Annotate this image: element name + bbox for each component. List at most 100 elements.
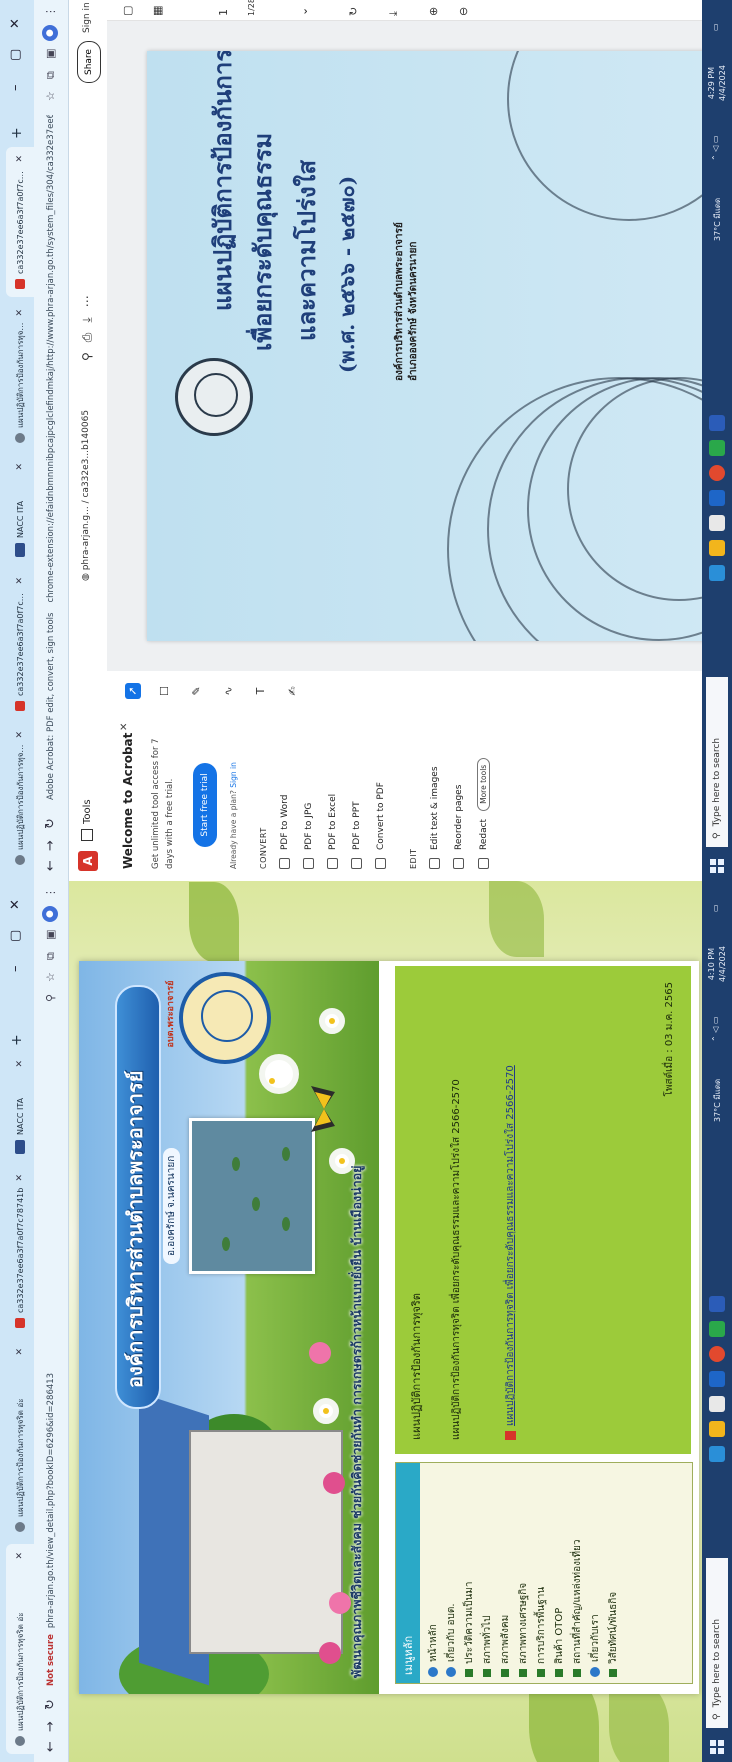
reload-icon[interactable]: ↻	[43, 1699, 58, 1710]
grid-view-icon[interactable]: ▦	[151, 6, 164, 16]
profile-avatar[interactable]: ●	[42, 25, 58, 41]
forward-icon[interactable]: →	[43, 1721, 58, 1732]
save-icon[interactable]: ⤓	[387, 11, 401, 16]
tab-pdf[interactable]: ca332e37ee6a3f7a0f7c78741b ✕	[6, 1166, 34, 1336]
edge-icon[interactable]	[709, 565, 725, 581]
tab-website-2[interactable]: แผนปฏิบัติการป้องกันการทุจริต ✕	[6, 301, 34, 451]
tool-edit-text[interactable]: Edit text & images	[429, 766, 440, 869]
window-close-icon[interactable]: ✕	[8, 18, 23, 29]
menu-item[interactable]: สภาพทั่วไป	[478, 1469, 496, 1677]
menu-item[interactable]: การบริการพื้นฐาน	[532, 1469, 550, 1677]
tool-convert-to-pdf[interactable]: Convert to PDF	[375, 782, 386, 869]
zoom-in-icon[interactable]: ⊕	[427, 7, 440, 16]
pdf-download-link[interactable]: แผนปฏิบัติการป้องกันการทุจริต เพื่อยกระด…	[503, 1065, 518, 1440]
menu-item[interactable]: เกี่ยวกับเรา	[586, 1469, 604, 1677]
taskbar-clock[interactable]: 4:29 PM 4/4/2024	[706, 65, 728, 101]
tray-icons[interactable]: ⌃ ◁ ▭	[711, 136, 720, 162]
taskbar-search[interactable]: ⚲ Type here to search	[706, 677, 728, 847]
download-icon[interactable]: ⤓	[80, 307, 94, 322]
menu-item[interactable]: สภาพสังคม	[496, 1469, 514, 1677]
menu-item[interactable]: สถานที่สำคัญ/แหล่งท่องเที่ยว	[568, 1469, 586, 1677]
minimize-icon[interactable]: –	[8, 85, 23, 92]
close-icon[interactable]: ✕	[15, 577, 25, 585]
window-close-icon[interactable]: ✕	[8, 899, 23, 910]
back-icon[interactable]: ←	[43, 1741, 58, 1752]
highlight-icon[interactable]: ✎	[189, 683, 205, 699]
tab-website[interactable]: แผนปฏิบัติการป้องกันการทุจริต อ่ะ ✕	[6, 1544, 34, 1754]
line-icon[interactable]	[709, 440, 725, 456]
taskbar-clock[interactable]: 4:10 PM 4/4/2024	[706, 946, 728, 982]
close-icon[interactable]: ✕	[15, 1060, 25, 1068]
tab-pdf-active[interactable]: ca332e37ee6a3f7a0f7c7874 ✕	[6, 147, 34, 297]
mail-icon[interactable]	[709, 1371, 725, 1387]
menu-item[interactable]: หน้าหลัก	[424, 1469, 442, 1677]
chevron-down-icon[interactable]: ⌄	[297, 7, 310, 16]
line-icon[interactable]	[709, 1321, 725, 1337]
menu-item[interactable]: สินค้า OTOP	[550, 1469, 568, 1677]
page-number[interactable]: 1	[217, 9, 230, 16]
word-icon[interactable]	[709, 415, 725, 431]
word-icon[interactable]	[709, 1296, 725, 1312]
address-bar[interactable]: Not secure phra-arjan.go.th/view_detail.…	[42, 1126, 60, 1686]
extensions-icon[interactable]: ⧉	[44, 71, 58, 79]
mail-icon[interactable]	[709, 490, 725, 506]
page-thumbnail-icon[interactable]: ▢	[121, 6, 134, 16]
sign-in-link[interactable]: Sign in	[82, 2, 92, 33]
chrome-icon[interactable]	[709, 1346, 725, 1362]
new-tab-icon[interactable]: +	[9, 127, 25, 139]
maximize-icon[interactable]: ▢	[8, 930, 23, 942]
close-icon[interactable]: ✕	[15, 731, 25, 739]
tab-nacc[interactable]: NACC ITA ✕	[6, 1052, 34, 1162]
draw-icon[interactable]: ∿	[221, 683, 237, 699]
close-icon[interactable]: ✕	[119, 723, 130, 731]
address-bar[interactable]: Adobe Acrobat: PDF edit, convert, sign t…	[42, 115, 60, 805]
menu-item[interactable]: วิสัยทัศน์/พันธกิจ	[604, 1469, 622, 1677]
store-icon[interactable]	[709, 515, 725, 531]
more-tools-button[interactable]: More tools	[477, 757, 490, 811]
close-icon[interactable]: ✕	[15, 155, 25, 163]
text-box-icon[interactable]: T	[253, 683, 269, 699]
share-button[interactable]: Share	[77, 41, 101, 83]
weather-status[interactable]: 37°C มีแดด	[711, 198, 724, 241]
tab-nacc[interactable]: NACC ITA ✕	[6, 455, 34, 565]
menu-item[interactable]: เกี่ยวกับ อบต.	[442, 1469, 460, 1677]
comment-icon[interactable]: ☐	[157, 683, 173, 699]
close-icon[interactable]: ✕	[15, 1174, 25, 1182]
notification-icon[interactable]: ▭	[711, 23, 720, 31]
star-icon[interactable]: ☆	[44, 91, 57, 101]
tool-pdf-to-word[interactable]: PDF to Word	[279, 795, 290, 869]
forward-icon[interactable]: →	[43, 840, 58, 851]
sidepanel-icon[interactable]: ▣	[44, 49, 57, 59]
close-icon[interactable]: ✕	[15, 309, 25, 317]
menu-item[interactable]: สภาพทางเศรษฐกิจ	[514, 1469, 532, 1677]
search-icon[interactable]: ⚲	[80, 342, 94, 361]
menu-item[interactable]: ประวัติความเป็นมา	[460, 1469, 478, 1677]
minimize-icon[interactable]: –	[8, 966, 23, 973]
close-icon[interactable]: ✕	[15, 1348, 25, 1356]
new-tab-icon[interactable]: +	[9, 1034, 25, 1046]
tool-pdf-to-jpg[interactable]: PDF to JPG	[303, 803, 314, 869]
tab-website[interactable]: แผนปฏิบัติการป้องกันการทุจริต ✕	[6, 723, 34, 873]
reload-icon[interactable]: ↻	[43, 818, 58, 829]
zoom-icon[interactable]: ⚲	[44, 994, 57, 1002]
file-explorer-icon[interactable]	[709, 540, 725, 556]
start-free-trial-button[interactable]: Start free trial	[193, 763, 217, 847]
tools-button[interactable]: Tools	[81, 799, 93, 841]
tab-pdf[interactable]: ca332e37ee6a3f7a0f7c7874 ✕	[6, 569, 34, 719]
close-icon[interactable]: ✕	[15, 1552, 25, 1560]
more-icon[interactable]: ⋯	[80, 285, 94, 307]
tool-reorder-pages[interactable]: Reorder pages	[453, 785, 464, 869]
tab-website-2[interactable]: แผนปฏิบัติการป้องกันการทุจริต อ่ะ ✕	[6, 1340, 34, 1540]
profile-avatar[interactable]: ●	[42, 906, 58, 922]
notification-icon[interactable]: ▭	[711, 904, 720, 912]
star-icon[interactable]: ☆	[44, 972, 57, 982]
zoom-out-icon[interactable]: ⊖	[457, 7, 470, 16]
menu-icon[interactable]: ⋮	[44, 887, 57, 898]
tool-pdf-to-ppt[interactable]: PDF to PPT	[351, 801, 362, 869]
back-icon[interactable]: ←	[43, 860, 58, 871]
plan-sign-in-link[interactable]: Sign in	[229, 762, 238, 788]
tray-icons[interactable]: ⌃ ◁ ▭	[711, 1017, 720, 1043]
weather-status[interactable]: 37°C มีแดด	[711, 1079, 724, 1122]
maximize-icon[interactable]: ▢	[8, 49, 23, 61]
edge-icon[interactable]	[709, 1446, 725, 1462]
